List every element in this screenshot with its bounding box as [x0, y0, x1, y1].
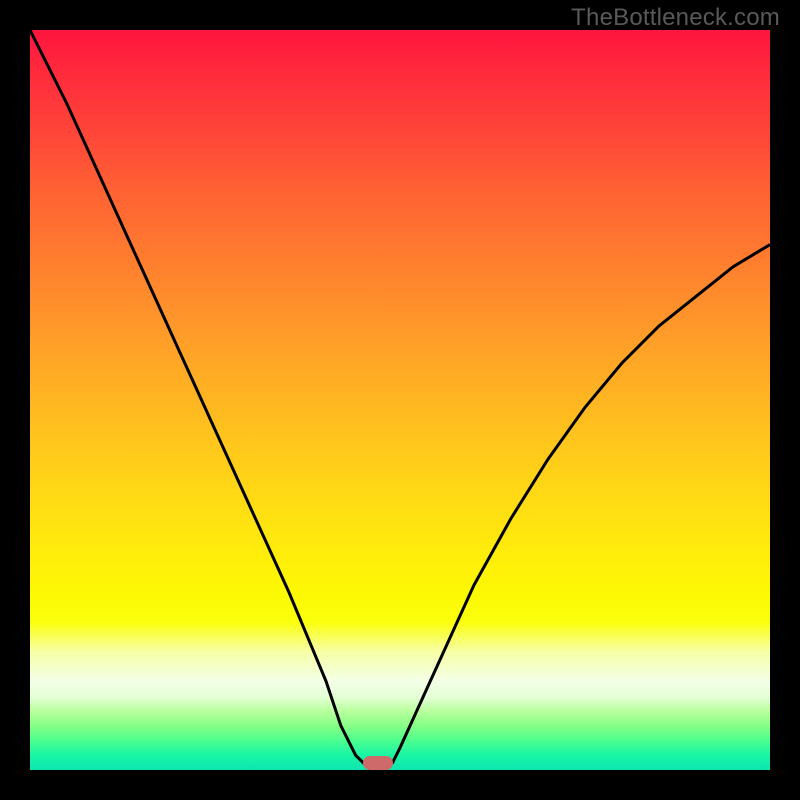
chart-frame: TheBottleneck.com — [0, 0, 800, 800]
watermark-text: TheBottleneck.com — [571, 4, 780, 32]
curve-path — [30, 30, 770, 770]
bottleneck-curve — [30, 30, 770, 770]
optimal-range-marker — [363, 756, 393, 770]
plot-area — [30, 30, 770, 770]
